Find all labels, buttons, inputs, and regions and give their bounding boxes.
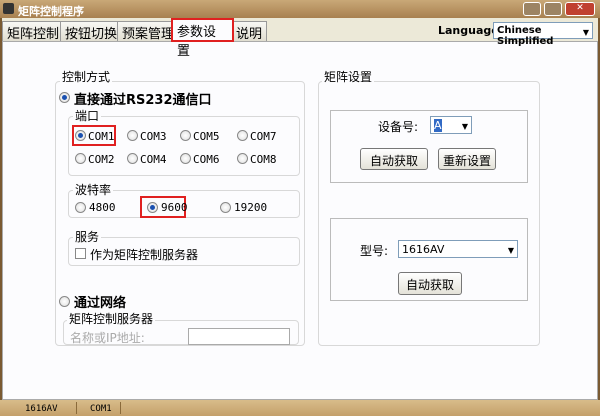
window-title: 矩阵控制程序	[18, 5, 84, 18]
port-com7-radio[interactable]	[237, 130, 248, 141]
model-auto-detect-button[interactable]: 自动获取	[398, 272, 462, 295]
port-com8-radio[interactable]	[237, 153, 248, 164]
port-com3-label: COM3	[140, 130, 167, 143]
app-icon	[3, 3, 14, 14]
port-com1-label: COM1	[88, 130, 115, 143]
baud-19200-label: 19200	[234, 201, 268, 214]
close-button[interactable]: ✕	[565, 2, 595, 16]
network-label: 通过网络	[74, 296, 127, 311]
status-port: COM1	[90, 404, 112, 414]
control-mode-title: 控制方式	[60, 68, 113, 85]
server-title: 矩阵控制服务器	[67, 310, 156, 327]
title-bar: 矩阵控制程序	[0, 0, 600, 18]
baud-4800-label: 4800	[89, 201, 116, 214]
status-bar: 1616AV COM1	[0, 400, 600, 416]
port-com6-radio[interactable]	[180, 153, 191, 164]
tab-preset-management[interactable]: 预案管理	[117, 21, 180, 42]
chevron-down-icon: ▼	[461, 122, 468, 131]
port-com1-radio[interactable]	[75, 130, 86, 141]
port-com6-label: COM6	[193, 153, 220, 166]
reset-button[interactable]: 重新设置	[438, 148, 496, 170]
service-title: 服务	[73, 228, 102, 245]
model-value: 1616AV	[402, 243, 445, 256]
port-title: 端口	[73, 107, 102, 124]
tab-parameter-settings[interactable]: 参数设置	[171, 18, 234, 59]
port-com3-radio[interactable]	[127, 130, 138, 141]
baud-19200-radio[interactable]	[220, 202, 231, 213]
baud-title: 波特率	[73, 181, 114, 198]
device-number-value: A	[434, 119, 442, 132]
direct-rs232-label: 直接通过RS232通信口	[74, 93, 212, 108]
server-address-input[interactable]	[188, 328, 290, 345]
port-com2-label: COM2	[88, 153, 115, 166]
server-address-label: 名称或IP地址:	[70, 331, 145, 345]
status-model: 1616AV	[25, 404, 58, 414]
direct-rs232-radio[interactable]	[59, 92, 70, 103]
status-divider	[76, 402, 77, 414]
port-com4-label: COM4	[140, 153, 167, 166]
auto-detect-button[interactable]: 自动获取	[360, 148, 428, 170]
maximize-button[interactable]	[544, 2, 562, 16]
minimize-button[interactable]	[523, 2, 541, 16]
chevron-down-icon: ▼	[507, 246, 514, 255]
port-com4-radio[interactable]	[127, 153, 138, 164]
tab-help[interactable]: 说明	[231, 21, 268, 42]
device-number-label: 设备号:	[378, 120, 419, 134]
port-com5-radio[interactable]	[180, 130, 191, 141]
port-com7-label: COM7	[250, 130, 277, 143]
device-number-select[interactable]: A ▼	[430, 116, 472, 134]
chevron-down-icon: ▼	[582, 28, 589, 37]
server-checkbox[interactable]	[75, 248, 86, 259]
model-label: 型号:	[360, 244, 389, 258]
language-select[interactable]: Chinese Simplified ▼	[493, 22, 593, 47]
network-radio[interactable]	[59, 296, 70, 307]
status-divider	[120, 402, 121, 414]
model-select[interactable]: 1616AV ▼	[398, 240, 518, 258]
language-value: Chinese Simplified	[497, 25, 554, 47]
server-checkbox-label: 作为矩阵控制服务器	[90, 248, 199, 262]
baud-9600-radio[interactable]	[147, 202, 158, 213]
matrix-settings-title: 矩阵设置	[322, 68, 375, 85]
tab-button-switch[interactable]: 按钮切换	[60, 21, 123, 42]
baud-4800-radio[interactable]	[75, 202, 86, 213]
port-com5-label: COM5	[193, 130, 220, 143]
tab-matrix-control[interactable]: 矩阵控制	[2, 21, 65, 42]
device-box	[330, 110, 528, 183]
port-com2-radio[interactable]	[75, 153, 86, 164]
port-com8-label: COM8	[250, 153, 277, 166]
baud-9600-label: 9600	[161, 201, 188, 214]
